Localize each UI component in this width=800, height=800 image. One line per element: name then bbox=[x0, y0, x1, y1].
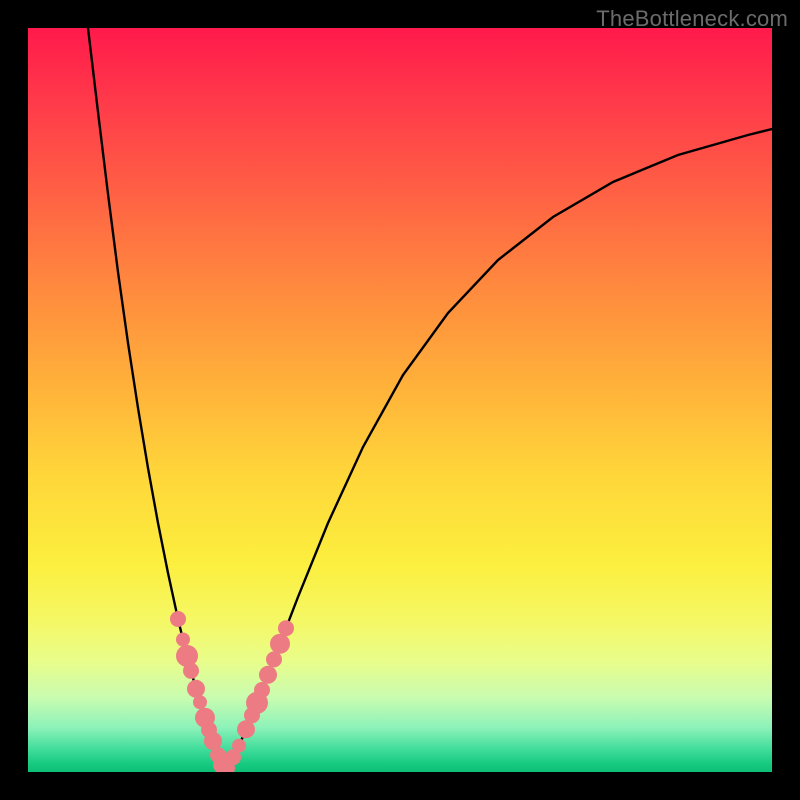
dot-20 bbox=[270, 634, 290, 654]
dot-17 bbox=[254, 682, 270, 698]
dot-19 bbox=[266, 651, 282, 667]
dot-18 bbox=[259, 666, 277, 684]
curve-layer bbox=[28, 28, 772, 772]
dot-1 bbox=[176, 633, 190, 647]
dot-3 bbox=[183, 663, 199, 679]
curve-left-branch bbox=[88, 28, 225, 772]
curve-right-branch bbox=[225, 129, 772, 772]
dot-0 bbox=[170, 611, 186, 627]
dot-2 bbox=[176, 645, 198, 667]
scatter-dots bbox=[170, 611, 294, 772]
plot-area bbox=[28, 28, 772, 772]
dot-4 bbox=[187, 680, 205, 698]
dot-21 bbox=[278, 620, 294, 636]
dot-5 bbox=[193, 695, 207, 709]
dot-13 bbox=[232, 739, 246, 753]
chart-frame: TheBottleneck.com bbox=[0, 0, 800, 800]
